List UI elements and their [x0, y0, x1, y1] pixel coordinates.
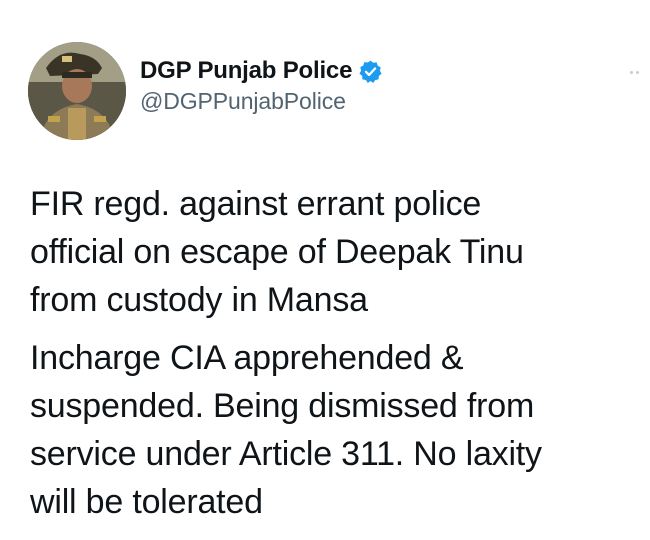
- name-row: DGP Punjab Police: [140, 56, 560, 86]
- verified-badge-icon: [358, 59, 383, 84]
- tweet-header: DGP Punjab Police @DGPPunjabPolice: [28, 40, 628, 140]
- more-horizontal-icon: [629, 70, 633, 74]
- author-handle[interactable]: @DGPPunjabPolice: [140, 88, 560, 115]
- avatar-image: [28, 42, 126, 140]
- avatar[interactable]: [28, 42, 126, 140]
- more-options-button[interactable]: [622, 60, 646, 84]
- more-horizontal-icon: [635, 70, 639, 74]
- author-display-name[interactable]: DGP Punjab Police: [140, 57, 352, 85]
- tweet-card: DGP Punjab Police @DGPPunjabPolice FIR r…: [0, 0, 650, 540]
- author-identity: DGP Punjab Police @DGPPunjabPolice: [140, 56, 560, 115]
- tweet-text: FIR regd. against errant police official…: [30, 180, 640, 526]
- tweet-paragraph: Incharge CIA apprehended & suspended. Be…: [30, 339, 542, 521]
- tweet-paragraph: FIR regd. against errant police official…: [30, 185, 524, 319]
